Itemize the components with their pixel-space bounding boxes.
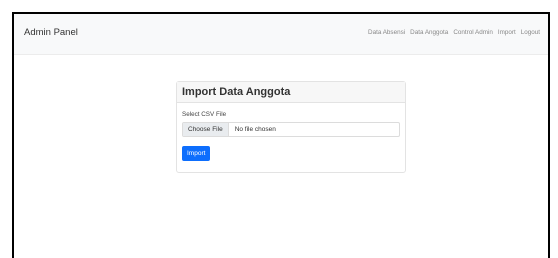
import-card: Import Data Anggota Select CSV File Choo…: [176, 81, 406, 173]
navbar-brand[interactable]: Admin Panel: [24, 27, 78, 38]
import-button[interactable]: Import: [182, 146, 211, 161]
page-title: Import Data Anggota: [182, 86, 291, 98]
nav-link-control-admin[interactable]: Control Admin: [453, 29, 493, 36]
choose-file-button[interactable]: Choose File: [183, 123, 229, 136]
card-header: Import Data Anggota: [177, 82, 405, 103]
nav-link-data-absensi[interactable]: Data Absensi: [368, 29, 405, 36]
file-label: Select CSV File: [182, 111, 227, 118]
browser-frame: Admin Panel Data Absensi Data Anggota Co…: [12, 12, 550, 258]
nav-link-logout[interactable]: Logout: [521, 29, 540, 36]
file-name-text: No file chosen: [234, 126, 276, 133]
nav-link-data-anggota[interactable]: Data Anggota: [410, 29, 448, 36]
navbar: Admin Panel Data Absensi Data Anggota Co…: [14, 14, 548, 55]
nav-link-import[interactable]: Import: [498, 29, 516, 36]
csv-file-input[interactable]: Choose File No file chosen: [182, 122, 400, 137]
nav-links: Data Absensi Data Anggota Control Admin …: [368, 29, 540, 36]
